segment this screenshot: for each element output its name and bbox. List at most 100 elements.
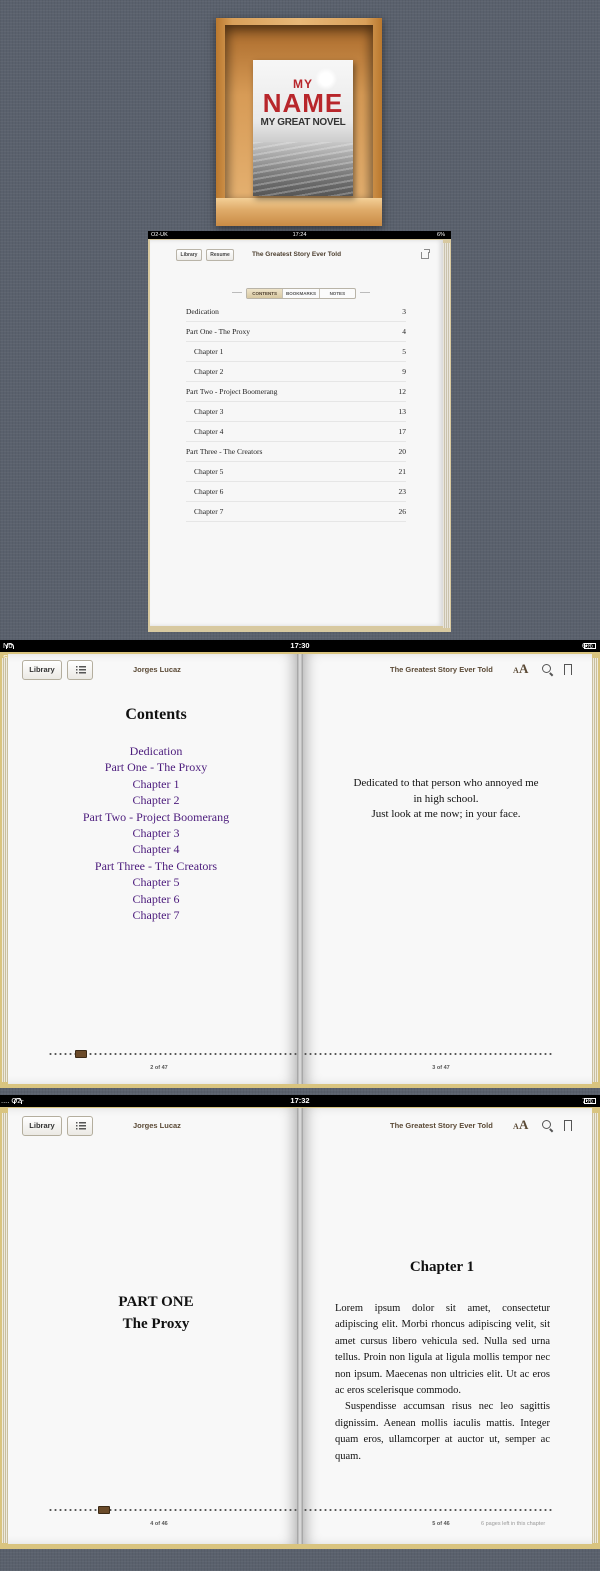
font-size-large-icon[interactable]: A [519,1117,528,1133]
toc-label: Chapter 1 [194,347,224,356]
search-icon[interactable] [542,1120,551,1129]
battery-icon [584,1098,596,1105]
font-size-small-icon[interactable]: A [513,666,519,675]
toc-list: Dedication 3 Part One - The Proxy 4 Chapte… [186,302,406,522]
chapter-body: Lorem ipsum dolor sit amet, consectetur … [335,1301,550,1465]
font-size-large-icon[interactable]: A [519,661,528,677]
toc-link-chapter-6[interactable]: Chapter 6 [20,891,292,907]
toc-page-number: 26 [398,507,407,516]
toc-page-number: 9 [402,367,406,376]
toc-row[interactable]: Chapter 1 5 [186,342,406,362]
page-scrubber-right[interactable] [303,1507,553,1513]
toc-link-chapter-4[interactable]: Chapter 4 [20,841,292,857]
divider [360,292,370,293]
cover-title-line2: NAME [262,88,344,118]
toc-link-chapter-7[interactable]: Chapter 7 [20,907,292,923]
toc-row[interactable]: Part Two - Project Boomerang 12 [186,382,406,402]
left-page-number: 2 of 47 [150,1065,168,1071]
battery-indicator: 6% [582,640,596,652]
author-name: Jorges Lucaz [133,1121,181,1130]
toc-label: Part Three - The Creators [186,447,263,456]
dedication-line: Dedicated to that person who annoyed me [353,777,539,789]
cover-subtitle: MY GREAT NOVEL [260,117,346,128]
toc-link-part-one[interactable]: Part One - The Proxy [20,759,292,775]
ipad-toc-screen: O2-UK 17:24 6% Library Resume The Greate… [148,231,451,632]
bookmark-icon[interactable] [564,664,572,676]
toc-row[interactable]: Part One - The Proxy 4 [186,322,406,342]
toc-label: Part One - The Proxy [186,327,251,336]
toc-row[interactable]: Chapter 7 26 [186,502,406,522]
toc-page-number: 21 [398,467,407,476]
toc-link-chapter-1[interactable]: Chapter 1 [20,776,292,792]
toc-row[interactable]: Chapter 3 13 [186,402,406,422]
toc-row[interactable]: Chapter 2 9 [186,362,406,382]
book-title: The Greatest Story Ever Told [390,665,493,674]
battery-icon [584,643,596,650]
page-edges-right [592,1113,598,1543]
right-page[interactable] [300,654,592,1084]
toc-link-chapter-3[interactable]: Chapter 3 [20,825,292,841]
toc-link-dedication[interactable]: Dedication [20,743,292,759]
share-icon[interactable] [421,249,430,259]
toc-label: Dedication [186,307,219,316]
toc-page-number: 5 [402,347,406,356]
tab-bookmarks[interactable]: BOOKMARKS [283,289,320,298]
toc-page-number: 23 [398,487,407,496]
scrubber-thumb[interactable] [98,1506,110,1514]
toc-row[interactable]: Dedication 3 [186,302,406,322]
author-name: Jorges Lucaz [133,665,181,674]
toc-page-number: 12 [398,387,407,396]
toc-link-part-three[interactable]: Part Three - The Creators [20,858,292,874]
search-icon[interactable] [542,664,551,673]
ipad-spread-chapter: .... O2-UK 17:32 7% Library Jorges Lucaz… [0,1095,600,1549]
chapter-title: Chapter 1 [409,1259,475,1275]
bookmark-icon[interactable] [564,1120,572,1132]
toc-label: Chapter 4 [194,427,224,436]
shelf-ledge [216,198,382,226]
toc-tabs: CONTENTS BOOKMARKS NOTES [246,288,356,299]
toc-row[interactable]: Chapter 5 21 [186,462,406,482]
book-spine [297,654,303,1084]
toc-button[interactable] [67,1116,93,1136]
clock: 17:24 [292,232,307,238]
page-scrubber-right[interactable] [303,1051,553,1057]
toc-label: Chapter 5 [194,467,224,476]
dedication-text: Dedicated to that person who annoyed me … [326,776,566,823]
library-button[interactable]: Library [176,249,202,261]
part-number: PART ONE [118,1294,194,1310]
status-bar: O2-UK 17:24 6% [148,231,451,239]
toc-link-chapter-5[interactable]: Chapter 5 [20,874,292,890]
font-size-small-icon[interactable]: A [513,1122,519,1131]
toc-row[interactable]: Chapter 4 17 [186,422,406,442]
toc-row[interactable]: Chapter 6 23 [186,482,406,502]
ipad-spread-contents: No Service 17:30 6% Library Jorges Lucaz… [0,640,600,1088]
part-name: The Proxy [122,1316,190,1332]
book-cover[interactable]: MY NAME MY GREAT NOVEL [253,60,353,196]
tab-contents[interactable]: CONTENTS [247,289,284,298]
tab-notes[interactable]: NOTES [320,289,355,298]
book-spine [297,1108,303,1544]
part-title: PART ONE The Proxy [20,1291,292,1335]
library-button[interactable]: Library [22,1116,62,1136]
page-scrubber-left[interactable] [48,1507,298,1513]
toc-page-number: 3 [402,307,406,316]
left-page-number: 4 of 46 [150,1521,168,1527]
scrubber-thumb[interactable] [75,1050,87,1058]
status-bar: .... O2-UK 17:32 7% [0,1095,600,1117]
toc-page-number: 17 [398,427,407,436]
toc-label: Chapter 3 [194,407,224,416]
toc-label: Chapter 2 [194,367,224,376]
library-button[interactable]: Library [22,660,62,680]
dedication-line: Just look at me now; in your face. [371,808,521,820]
toc-button[interactable] [67,660,93,680]
paragraph: Suspendisse accumsan risus nec leo sagit… [335,1401,550,1462]
toc-page: Library Resume The Greatest Story Ever T… [150,240,443,626]
toc-link-chapter-2[interactable]: Chapter 2 [20,792,292,808]
clock: 17:30 [290,641,310,650]
toc-row[interactable]: Part Three - The Creators 20 [186,442,406,462]
right-page-number: 5 of 46 [432,1521,450,1527]
bookshelf: MY NAME MY GREAT NOVEL [216,18,382,226]
toc-link-part-two[interactable]: Part Two - Project Boomerang [20,809,292,825]
book-title: The Greatest Story Ever Told [251,251,342,258]
toc-page-number: 13 [398,407,407,416]
